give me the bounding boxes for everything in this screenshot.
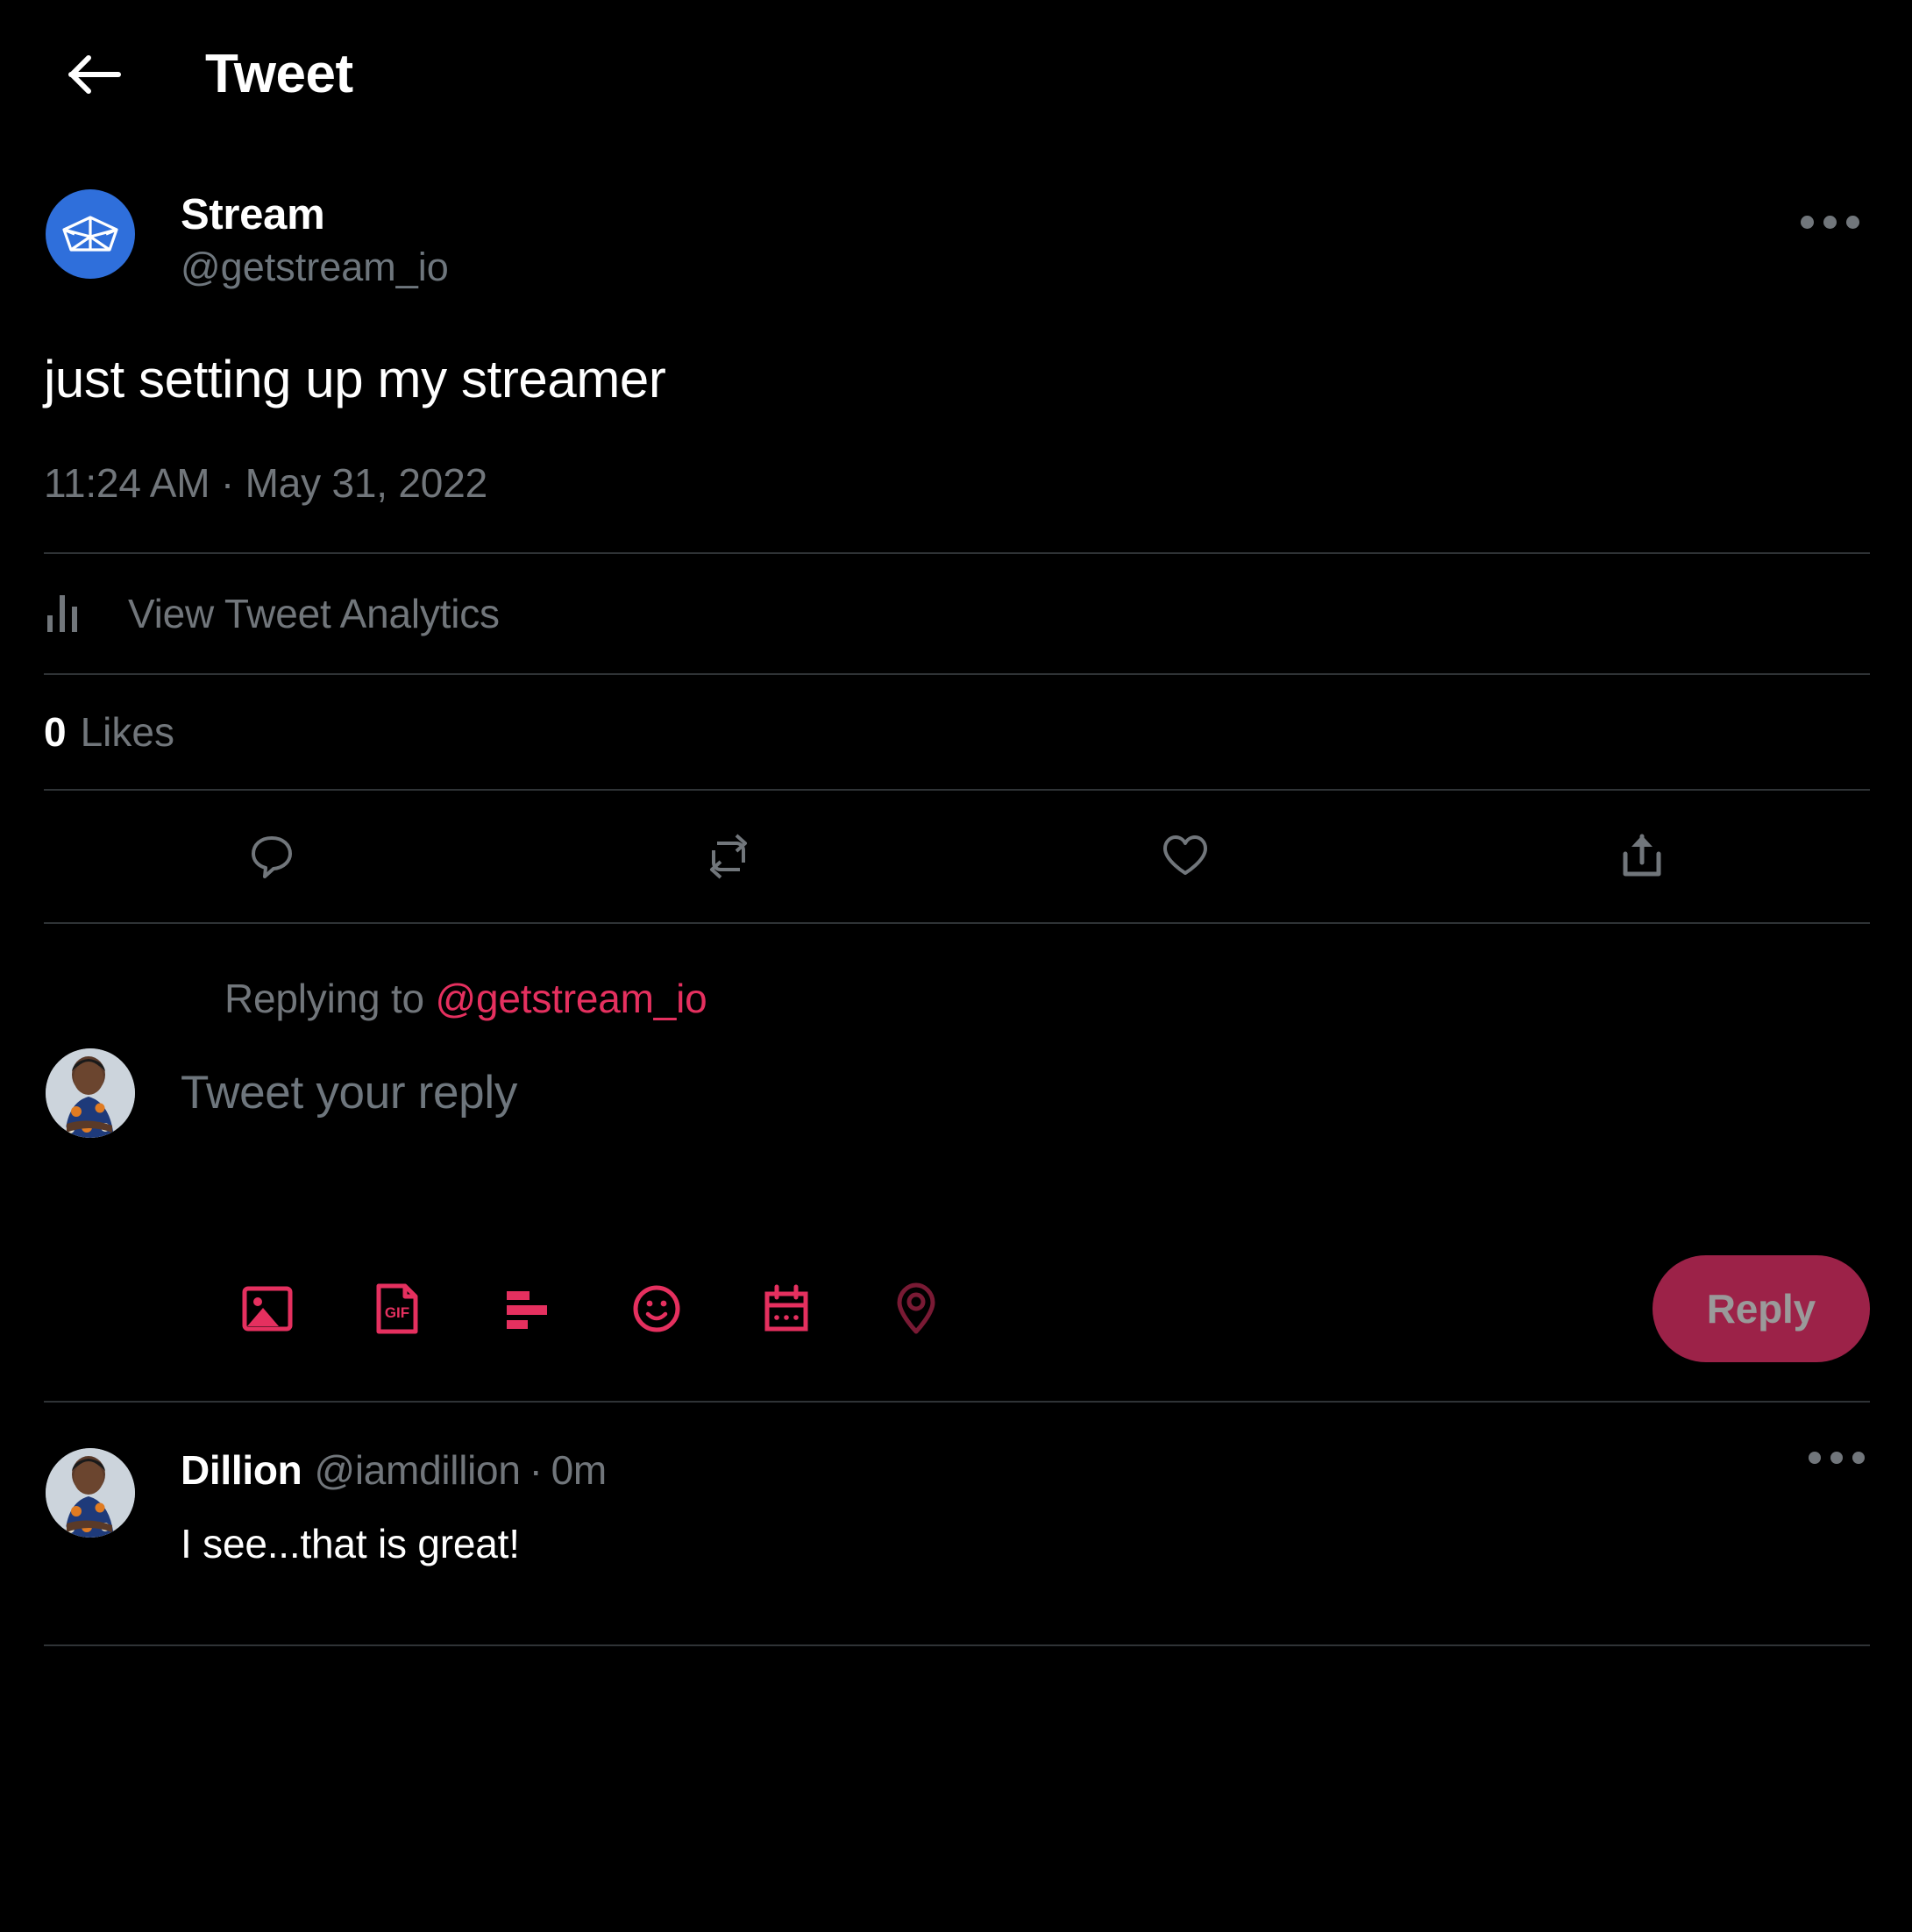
avatar-stream[interactable] [46, 189, 135, 279]
top-app-bar: Tweet [0, 0, 1912, 149]
more-horizontal-icon [1823, 215, 1837, 229]
emoji-smiley-icon [629, 1282, 684, 1336]
avatar-current-user[interactable] [46, 1048, 135, 1138]
reply-action-button[interactable] [44, 791, 501, 922]
replying-to-line: Replying to @getstream_io [0, 975, 1912, 1022]
more-horizontal-icon [1809, 1451, 1821, 1464]
reply-meta-separator: · [529, 1446, 543, 1493]
reply-list-item[interactable]: Dillion @iamdillion · 0m I see...that is gr… [0, 1403, 1912, 1568]
reply-meta: Dillion @iamdillion · 0m [181, 1446, 1870, 1493]
back-button[interactable] [53, 32, 137, 117]
retweet-icon [701, 831, 756, 882]
poll-icon [500, 1282, 554, 1336]
retweet-action-button[interactable] [501, 791, 957, 922]
more-horizontal-icon [1845, 215, 1859, 229]
likes-row[interactable]: 0 Likes [0, 675, 1912, 789]
reply-text: I see...that is great! [181, 1521, 520, 1567]
tweet-timestamp: 11:24 AM · May 31, 2022 [44, 459, 487, 506]
user-photo-avatar-icon [46, 1447, 135, 1538]
reply-author-handle: @iamdillion [314, 1446, 521, 1493]
like-action-button[interactable] [957, 791, 1414, 922]
reply-more-button[interactable] [1809, 1451, 1865, 1464]
bar-chart-icon [47, 594, 96, 632]
share-action-button[interactable] [1413, 791, 1870, 922]
reply-compose-input[interactable]: Tweet your reply [181, 1048, 1870, 1119]
poll-tool-button[interactable] [489, 1271, 565, 1346]
comment-icon [246, 831, 297, 882]
page-title: Tweet [205, 44, 353, 104]
arrow-left-icon [68, 52, 122, 97]
compose-toolbar: GIF Reply [0, 1217, 1912, 1401]
view-analytics-label: View Tweet Analytics [128, 590, 500, 636]
compose-row: Tweet your reply [0, 1022, 1912, 1138]
divider [44, 921, 1870, 924]
more-horizontal-icon [1852, 1451, 1865, 1464]
author-names: Stream @getstream_io [181, 189, 449, 292]
tweet-more-button[interactable] [1789, 191, 1870, 252]
tweet-detail-screen: Tweet Stream @getstream_io just setting … [0, 0, 1912, 1932]
heart-icon [1159, 832, 1212, 881]
likes-label: Likes [80, 708, 174, 755]
gif-tool-button[interactable]: GIF [359, 1271, 435, 1346]
location-tool-button[interactable] [878, 1271, 954, 1346]
location-pin-icon [893, 1281, 939, 1337]
tweet-text: just setting up my streamer [44, 349, 666, 408]
tweet-actions-row [0, 791, 1912, 922]
more-horizontal-icon [1800, 215, 1814, 229]
emoji-tool-button[interactable] [619, 1271, 694, 1346]
media-tool-button[interactable] [230, 1271, 305, 1346]
reply-author-name: Dillion [181, 1446, 302, 1493]
reply-submit-button[interactable]: Reply [1652, 1254, 1870, 1362]
tweet-author-row: Stream @getstream_io [0, 149, 1912, 292]
image-icon [239, 1281, 295, 1337]
gif-icon: GIF [372, 1281, 423, 1337]
author-display-name: Stream [181, 191, 325, 238]
user-photo-avatar-icon [46, 1048, 135, 1138]
replying-to-prefix: Replying to [224, 975, 424, 1021]
stream-paper-boat-logo-icon [61, 214, 119, 254]
replying-to-mention[interactable]: @getstream_io [436, 976, 707, 1021]
share-upload-icon [1617, 831, 1667, 882]
view-analytics-row[interactable]: View Tweet Analytics [0, 554, 1912, 673]
likes-count: 0 [44, 708, 67, 755]
divider [44, 1644, 1870, 1647]
reply-content: Dillion @iamdillion · 0m I see...that is gr… [181, 1446, 1870, 1568]
tweet-body: just setting up my streamer 11:24 AM · M… [0, 346, 1912, 507]
svg-text:GIF: GIF [385, 1304, 409, 1321]
schedule-tool-button[interactable] [749, 1271, 824, 1346]
avatar-reply-author[interactable] [46, 1447, 135, 1538]
more-horizontal-icon [1830, 1451, 1843, 1464]
author-handle: @getstream_io [181, 244, 449, 289]
calendar-icon [760, 1282, 813, 1336]
reply-timestamp: 0m [551, 1446, 608, 1493]
